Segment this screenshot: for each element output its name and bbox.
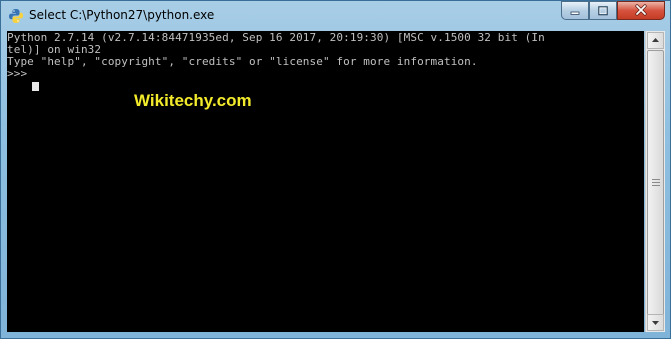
console-line: Type "help", "copyright", "credits" or "… <box>7 55 478 68</box>
python-icon <box>8 8 24 24</box>
text-cursor <box>32 82 39 91</box>
console-window: Select C:\Python27\python.exe Python 2.7… <box>0 0 671 339</box>
thumb-grip <box>652 185 660 186</box>
watermark-text: Wikitechy.com <box>134 91 252 110</box>
maximize-icon <box>597 1 609 20</box>
vertical-scrollbar[interactable] <box>645 31 665 332</box>
arrow-down-icon <box>652 321 659 325</box>
title-bar[interactable]: Select C:\Python27\python.exe <box>1 1 670 31</box>
window-title: Select C:\Python27\python.exe <box>29 8 215 22</box>
close-icon <box>634 1 648 20</box>
minimize-icon <box>569 1 581 20</box>
scroll-down-button[interactable] <box>647 314 664 331</box>
console-output[interactable]: Python 2.7.14 (v2.7.14:84471935ed, Sep 1… <box>7 31 644 332</box>
scroll-up-button[interactable] <box>647 32 664 49</box>
close-button[interactable] <box>617 1 665 20</box>
console-prompt: >>> <box>7 67 34 80</box>
scroll-thumb[interactable] <box>647 50 664 316</box>
arrow-up-icon <box>652 38 659 42</box>
thumb-grip <box>652 179 660 180</box>
maximize-button[interactable] <box>589 1 617 20</box>
minimize-button[interactable] <box>561 1 589 20</box>
thumb-grip <box>652 182 660 183</box>
